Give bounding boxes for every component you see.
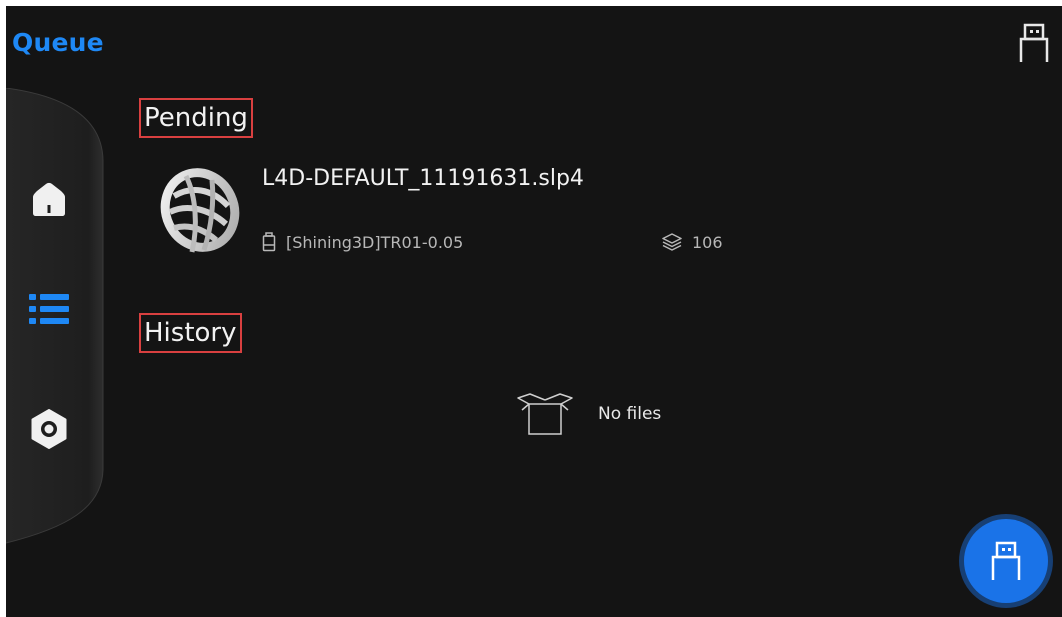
pending-heading: Pending xyxy=(139,98,253,138)
history-empty-state: No files xyxy=(516,392,661,436)
usb-status-icon[interactable] xyxy=(1016,22,1052,64)
resin-bottle-icon xyxy=(262,232,276,252)
empty-box-icon xyxy=(517,393,573,435)
home-icon xyxy=(33,182,65,216)
queue-screen: Queue Pending L4D-DEFAULT_11191631.slp4 … xyxy=(6,6,1062,617)
sidebar-item-home[interactable] xyxy=(18,168,80,230)
model-thumbnail xyxy=(156,166,242,258)
list-icon xyxy=(29,294,69,324)
job-meta: [Shining3D]TR01-0.05 106 xyxy=(262,230,723,254)
history-heading: History xyxy=(139,313,242,353)
pending-job-item[interactable]: L4D-DEFAULT_11191631.slp4 [Shining3D]TR0… xyxy=(156,156,776,266)
settings-icon xyxy=(31,409,67,449)
job-profile-text: [Shining3D]TR01-0.05 xyxy=(286,232,464,252)
job-profile: [Shining3D]TR01-0.05 xyxy=(262,232,662,252)
sidebar-item-queue[interactable] xyxy=(18,278,80,340)
page-title: Queue xyxy=(12,28,104,57)
empty-text: No files xyxy=(598,404,662,424)
job-layers: 106 xyxy=(662,233,723,252)
sidebar-item-settings[interactable] xyxy=(18,398,80,460)
usb-fab-button[interactable] xyxy=(964,519,1048,603)
sidebar xyxy=(6,88,116,548)
usb-icon xyxy=(991,541,1021,580)
layers-icon xyxy=(662,233,682,251)
job-layers-text: 106 xyxy=(692,232,723,252)
job-filename: L4D-DEFAULT_11191631.slp4 xyxy=(262,166,584,191)
